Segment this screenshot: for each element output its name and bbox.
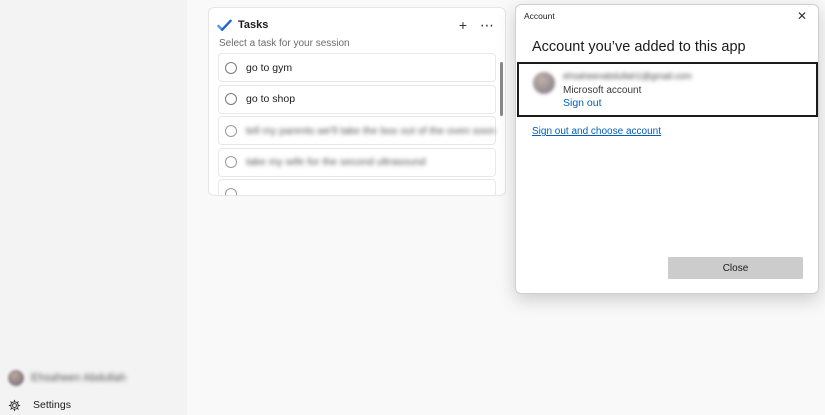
task-item[interactable]: go to gym — [218, 53, 496, 82]
todo-check-icon — [217, 19, 232, 31]
task-radio[interactable] — [225, 93, 237, 105]
account-avatar — [533, 72, 555, 94]
account-dialog: Account ✕ Account you’ve added to this a… — [515, 4, 819, 294]
sign-out-and-choose-account-link[interactable]: Sign out and choose account — [532, 126, 661, 137]
tasks-card: Tasks + ⋯ Select a task for your session… — [208, 7, 506, 196]
account-email: ehsaheenabdullah1@gmail.com — [563, 71, 692, 81]
task-label: tell my parents we'll take the box out o… — [246, 124, 496, 137]
avatar — [8, 370, 24, 386]
task-label: go to gym — [246, 61, 293, 74]
tasks-header: Tasks + ⋯ — [217, 13, 499, 37]
sidebar: Ehsaheen Abdullah Settings — [0, 0, 187, 415]
task-radio[interactable] — [225, 61, 237, 74]
account-type: Microsoft account — [563, 85, 642, 96]
dialog-heading: Account you’ve added to this app — [532, 39, 746, 55]
task-label: go to shop — [246, 93, 296, 105]
profile[interactable]: Ehsaheen Abdullah — [8, 368, 126, 388]
account-entry[interactable]: ehsaheenabdullah1@gmail.com Microsoft ac… — [517, 62, 818, 117]
task-item[interactable] — [218, 179, 496, 195]
task-list-scrollbar[interactable] — [500, 62, 503, 116]
task-list: go to gym go to shop tell my parents we'… — [218, 53, 496, 195]
sign-out-link[interactable]: Sign out — [563, 97, 602, 109]
gear-icon — [8, 399, 21, 411]
dialog-titlebar: Account — [516, 5, 818, 27]
task-label: take my wife for the second ultrasound — [246, 156, 426, 168]
close-icon[interactable]: ✕ — [794, 8, 810, 24]
task-item[interactable]: tell my parents we'll take the box out o… — [218, 116, 496, 145]
task-radio[interactable] — [225, 124, 237, 137]
close-button[interactable]: Close — [668, 257, 803, 279]
tasks-subtitle: Select a task for your session — [219, 38, 350, 49]
dialog-window-title: Account — [524, 11, 555, 21]
tasks-title: Tasks — [238, 19, 269, 31]
task-item[interactable]: go to shop — [218, 84, 496, 114]
task-item[interactable]: take my wife for the second ultrasound — [218, 147, 496, 177]
profile-name: Ehsaheen Abdullah — [31, 372, 126, 384]
task-radio[interactable] — [225, 156, 237, 168]
settings-label: Settings — [33, 399, 71, 411]
more-options-button[interactable]: ⋯ — [475, 14, 499, 36]
settings-item[interactable]: Settings — [8, 396, 71, 414]
add-task-button[interactable]: + — [451, 14, 475, 36]
task-radio[interactable] — [225, 187, 237, 195]
